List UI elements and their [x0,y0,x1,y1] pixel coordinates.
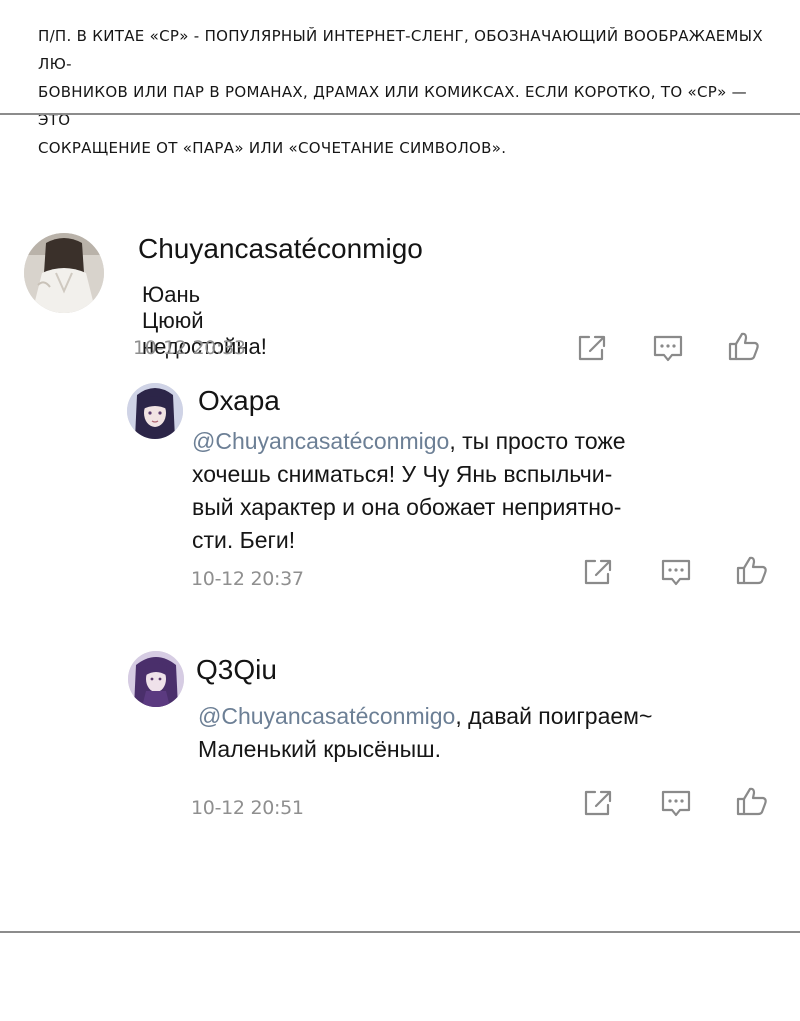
comment-icon[interactable] [658,556,694,588]
mention-link[interactable]: @Chuyancasatéconmigo [198,703,455,729]
comment-icon[interactable] [658,787,694,819]
thumbs-up-icon[interactable] [726,330,762,362]
mention-link[interactable]: @Chuyancasatéconmigo [192,428,449,454]
username[interactable]: Q3Qiu [196,654,277,686]
bottom-divider [0,931,800,933]
username[interactable]: Охара [198,385,280,417]
avatar-ohara[interactable] [127,383,183,439]
comment-text-line: вый характер и она обожает неприятно- [192,494,622,520]
timestamp: 10-12 20:37 [191,568,304,590]
note-line-3: сокращение от «пара» или «сочетание симв… [38,139,507,157]
timestamp: 10-12 20:51 [191,797,304,819]
avatar-q3qiu[interactable] [128,651,184,707]
comment-text: @Chuyancasatéconmigo, ты просто тоже хоч… [192,425,692,557]
translator-note: п/п. в Китае «CP» - популярный интернет-… [38,22,768,162]
comment-text-segment: , давай поиграем~ [455,703,653,729]
comment-text-line: сти. Беги! [192,527,296,553]
share-icon[interactable] [580,787,616,819]
comment-text: @Chuyancasatéconmigo, давай поиграем~ Ма… [198,700,758,766]
timestamp: 10-12 20:33 [133,337,246,359]
share-icon[interactable] [580,556,616,588]
comment-text-segment: , ты просто тоже [449,428,626,454]
username[interactable]: Chuyancasatéconmigo [138,233,423,265]
thumbs-up-icon[interactable] [734,554,770,586]
avatar-chuyancasateconmigo[interactable] [24,233,104,313]
thumbs-up-icon[interactable] [734,785,770,817]
share-icon[interactable] [574,332,610,364]
comment-text-line: хочешь сниматься! У Чу Янь вспыльчи- [192,461,613,487]
note-line-1: п/п. в Китае «CP» - популярный интернет-… [38,27,763,73]
top-divider [0,113,800,115]
note-line-2: бовников или пар в романах, драмах или к… [38,83,747,129]
comment-text-line: Маленький крысёныш. [198,736,442,762]
comment-icon[interactable] [650,332,686,364]
